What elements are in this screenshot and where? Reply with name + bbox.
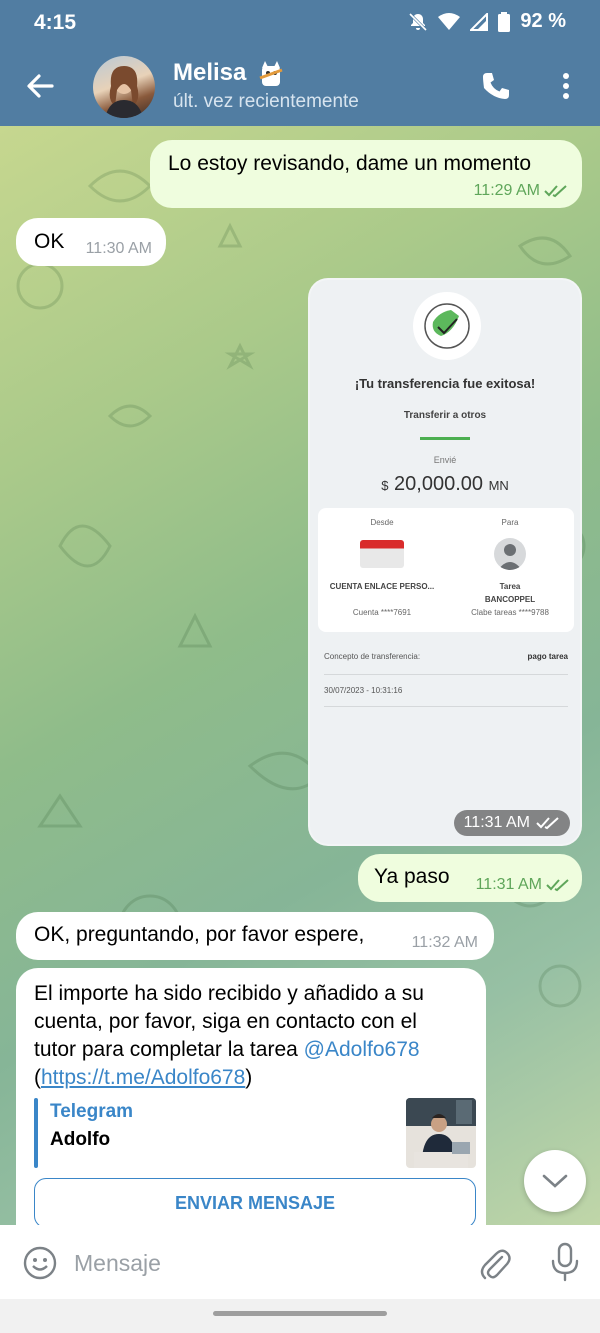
tab-underline	[420, 437, 470, 440]
battery-icon	[498, 11, 511, 32]
message-text: Ya paso	[374, 865, 450, 888]
person-icon	[494, 538, 526, 570]
contact-name[interactable]: Melisa	[173, 58, 286, 88]
scroll-down-button[interactable]	[524, 1150, 586, 1212]
message-text: El importe ha sido recibido y añadido a …	[34, 980, 474, 1092]
message-text: Lo estoy revisando, dame un momento	[168, 152, 532, 175]
outgoing-message[interactable]: Lo estoy revisando, dame un momento 11:2…	[150, 140, 582, 208]
currency-symbol: $	[381, 478, 389, 493]
message-meta: 11:29 AM	[474, 182, 568, 200]
link-preview[interactable]: Telegram Adolfo	[34, 1098, 476, 1168]
receipt-title: ¡Tu transferencia fue exitosa!	[354, 376, 536, 391]
to-bank: BANCOPPEL	[484, 595, 536, 604]
amount-value: 20,000.00	[394, 473, 483, 495]
success-check-icon	[413, 292, 481, 360]
chat-header: Melisa últ. vez recientemente	[0, 46, 600, 126]
message-meta: 11:32 AM	[412, 934, 478, 952]
from-account: Cuenta ****7691	[352, 608, 412, 617]
microphone-icon[interactable]	[548, 1241, 582, 1283]
contact-name-text: Melisa	[173, 59, 247, 86]
bank-card-icon	[360, 540, 404, 568]
message-meta: 11:30 AM	[86, 240, 152, 258]
preview-title: Adolfo	[50, 1129, 111, 1150]
chevron-down-icon	[542, 1174, 568, 1188]
phone-icon[interactable]	[480, 70, 512, 102]
message-time: 11:31 AM	[463, 814, 530, 831]
receipt-amount: $ 20,000.00 MN	[310, 473, 580, 496]
preview-site-name: Telegram	[50, 1101, 134, 1122]
incoming-message[interactable]: OK 11:30 AM	[16, 218, 166, 266]
battery-percent: 92 %	[520, 10, 566, 32]
url-link[interactable]: https://t.me/Adolfo678	[41, 1066, 245, 1089]
chat-area[interactable]: Lo estoy revisando, dame un momento 11:2…	[0, 126, 600, 1225]
to-account: Clabe tareas ****9788	[471, 608, 549, 617]
message-line-text: tutor para completar la tarea	[34, 1038, 298, 1061]
double-check-icon	[544, 185, 567, 198]
preview-thumbnail	[406, 1098, 476, 1168]
message-time: 11:30 AM	[85, 240, 152, 257]
message-line: (https://t.me/Adolfo678)	[34, 1066, 253, 1089]
receipt-datetime: 30/07/2023 - 10:31:16	[324, 686, 403, 695]
wifi-icon	[438, 12, 461, 30]
from-column: Desde CUENTA ENLACE PERSO... Cuenta ****…	[318, 508, 446, 632]
incoming-message[interactable]: OK, preguntando, por favor espere, 11:32…	[16, 912, 494, 960]
incoming-message[interactable]: El importe ha sido recibido y añadido a …	[16, 968, 486, 1225]
transfer-details-card: Desde CUENTA ENLACE PERSO... Cuenta ****…	[318, 508, 574, 632]
receipt-sent-label: Envié	[433, 455, 457, 465]
to-name: Tarea	[499, 582, 521, 591]
message-time: 11:29 AM	[473, 182, 540, 199]
status-bar: 4:15 92 %	[0, 0, 600, 46]
from-name: CUENTA ENLACE PERSO...	[329, 582, 435, 591]
concept-value: pago tarea	[527, 652, 568, 661]
home-gesture-handle[interactable]	[213, 1311, 387, 1316]
message-line: El importe ha sido recibido y añadido a …	[34, 982, 424, 1005]
preview-accent-bar	[34, 1098, 38, 1168]
status-time: 4:15	[34, 11, 77, 34]
message-line: cuenta, por favor, siga en contacto con …	[34, 1010, 417, 1033]
photo-message[interactable]: ¡Tu transferencia fue exitosa! Transferi…	[308, 278, 582, 846]
message-input[interactable]	[74, 1243, 464, 1283]
divider	[324, 706, 568, 707]
receipt-screenshot: ¡Tu transferencia fue exitosa! Transferi…	[310, 280, 580, 844]
concept-label: Concepto de transferencia:	[324, 652, 421, 661]
message-text: OK	[34, 230, 65, 253]
system-nav-bar	[0, 1299, 600, 1333]
mention-link[interactable]: @Adolfo678	[304, 1038, 420, 1061]
photo-time-badge: 11:31 AM	[453, 810, 570, 836]
message-input-bar	[0, 1225, 600, 1299]
message-time: 11:32 AM	[411, 934, 478, 951]
back-arrow-icon[interactable]	[22, 68, 58, 104]
from-label: Desde	[370, 518, 394, 527]
message-text: OK, preguntando, por favor espere,	[34, 923, 365, 946]
double-check-icon	[536, 817, 559, 830]
send-message-button[interactable]: ENVIAR MENSAJE	[34, 1178, 476, 1225]
mute-bell-icon	[409, 12, 428, 31]
contact-last-seen: últ. vez recientemente	[173, 91, 359, 112]
double-check-icon	[546, 879, 569, 892]
to-label: Para	[501, 518, 519, 527]
outgoing-message[interactable]: Ya paso 11:31 AM	[358, 854, 582, 902]
currency-code: MN	[488, 478, 509, 493]
avatar[interactable]	[93, 56, 155, 118]
message-time: 11:31 AM	[475, 876, 542, 893]
signal-icon	[470, 12, 489, 31]
status-icons: 92 %	[408, 10, 566, 33]
message-meta: 11:31 AM	[476, 876, 570, 894]
receipt-subtitle: Transferir a otros	[403, 410, 487, 421]
emoji-icon[interactable]	[22, 1245, 58, 1281]
divider	[324, 674, 568, 675]
concept-row: Concepto de transferencia: pago tarea	[324, 652, 568, 661]
cat-sticker-icon	[259, 61, 283, 86]
paperclip-icon[interactable]	[476, 1243, 512, 1283]
message-line: tutor para completar la tarea @Adolfo678	[34, 1036, 474, 1064]
to-column: Para Tarea BANCOPPEL Clabe tareas ****97…	[446, 508, 574, 632]
more-options-icon[interactable]	[556, 70, 576, 102]
